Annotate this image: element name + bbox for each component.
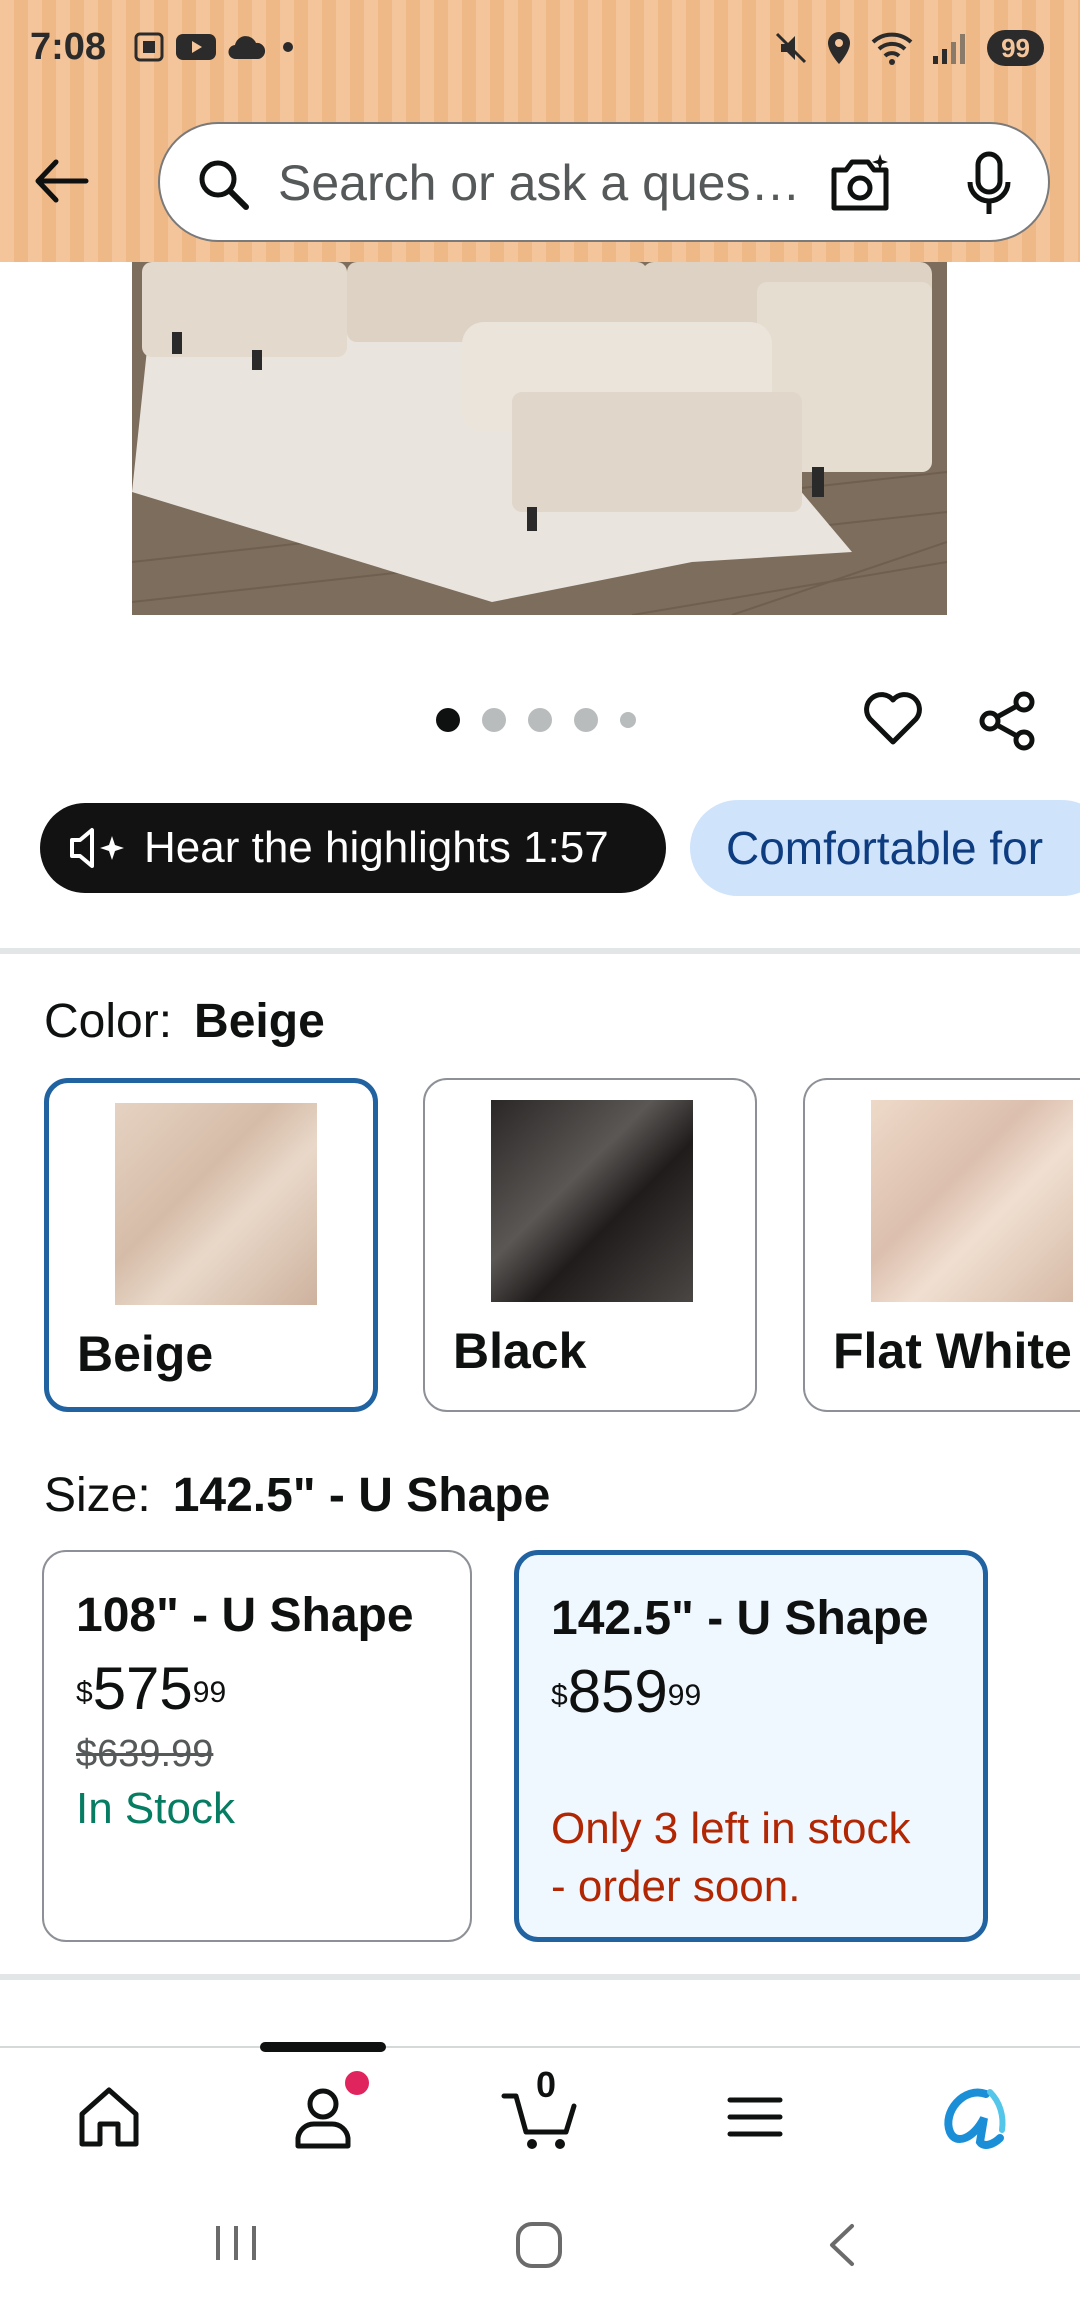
carousel-dot[interactable] bbox=[574, 708, 598, 732]
active-tab-indicator bbox=[260, 2042, 386, 2052]
carousel-dot[interactable] bbox=[482, 708, 506, 732]
speaker-sparkle-icon bbox=[70, 828, 124, 868]
size-option-price: $85999 bbox=[551, 1660, 951, 1724]
color-label: Color: Beige bbox=[44, 994, 325, 1049]
stock-status: In Stock bbox=[76, 1784, 235, 1833]
signal-icon bbox=[933, 34, 966, 64]
size-option-name: 142.5" - U Shape bbox=[551, 1592, 929, 1645]
size-option-name: 108" - U Shape bbox=[76, 1589, 414, 1642]
carousel-dot[interactable] bbox=[528, 708, 552, 732]
camera-lens-icon[interactable] bbox=[828, 152, 892, 216]
flat-white-swatch-image bbox=[871, 1100, 1073, 1302]
youtube-icon bbox=[176, 34, 216, 60]
system-back-icon[interactable] bbox=[822, 2220, 862, 2270]
price-whole: 859 bbox=[567, 1658, 668, 1725]
color-option-label: Black bbox=[453, 1323, 587, 1379]
cart-count: 0 bbox=[536, 2064, 557, 2105]
rufus-icon[interactable] bbox=[934, 2082, 1010, 2152]
notification-dot bbox=[342, 2068, 372, 2098]
status-left-icons bbox=[132, 30, 300, 64]
stock-status: Only 3 left in stock - order soon. bbox=[551, 1800, 951, 1916]
microphone-icon[interactable] bbox=[966, 150, 1012, 218]
home-icon[interactable] bbox=[74, 2082, 144, 2152]
color-selected-value: Beige bbox=[194, 995, 325, 1048]
hear-highlights-button[interactable]: Hear the highlights 1:57 bbox=[40, 803, 666, 893]
size-selected-value: 142.5" - U Shape bbox=[172, 1469, 551, 1522]
price-currency: $ bbox=[76, 1676, 93, 1709]
beige-swatch-image bbox=[115, 1103, 317, 1305]
size-label-text: Size: bbox=[44, 1469, 151, 1522]
section-divider bbox=[0, 948, 1080, 954]
section-divider bbox=[0, 1974, 1080, 1980]
bottom-nav: 0 bbox=[0, 2042, 1080, 2178]
recent-apps-icon[interactable] bbox=[210, 2220, 262, 2266]
size-label: Size: 142.5" - U Shape bbox=[44, 1468, 550, 1523]
home-button-icon[interactable] bbox=[514, 2220, 564, 2270]
hear-highlights-label: Hear the highlights 1:57 bbox=[144, 823, 609, 872]
color-option-label: Beige bbox=[77, 1326, 214, 1382]
product-image[interactable] bbox=[132, 262, 947, 615]
carousel-dots bbox=[436, 708, 636, 732]
status-bar: 7:08 99 bbox=[0, 0, 1080, 100]
color-option-label: Flat White bbox=[833, 1323, 1072, 1379]
color-option-beige[interactable]: Beige bbox=[44, 1078, 378, 1412]
list-price: $639.99 bbox=[76, 1733, 214, 1775]
size-option-142-5[interactable]: 142.5" - U Shape $85999 Only 3 left in s… bbox=[514, 1550, 988, 1942]
black-swatch-image bbox=[491, 1100, 693, 1302]
color-label-text: Color: bbox=[44, 995, 173, 1048]
back-arrow-icon[interactable] bbox=[30, 150, 92, 212]
status-right-icons: 99 bbox=[773, 30, 1044, 66]
carousel-dot[interactable] bbox=[436, 708, 460, 732]
search-icon bbox=[199, 160, 249, 210]
color-option-flat-white[interactable]: Flat White bbox=[803, 1078, 1080, 1412]
sofa-photo bbox=[132, 262, 947, 615]
heart-icon[interactable] bbox=[862, 688, 924, 748]
mute-icon bbox=[776, 32, 807, 64]
screenshot-icon bbox=[134, 32, 164, 62]
app-header: 7:08 99 Search or ask a ques… bbox=[0, 0, 1080, 262]
price-currency: $ bbox=[551, 1679, 568, 1712]
highlight-chip[interactable]: Comfortable for bbox=[690, 800, 1080, 896]
menu-icon[interactable] bbox=[720, 2082, 790, 2152]
dot-icon bbox=[283, 42, 293, 52]
stock-status-line: Only 3 left in stock bbox=[551, 1804, 911, 1853]
size-option-108[interactable]: 108" - U Shape $57599 $639.99 In Stock bbox=[42, 1550, 472, 1942]
carousel-dot[interactable] bbox=[620, 712, 636, 728]
price-fraction: 99 bbox=[192, 1676, 227, 1709]
system-nav-bar bbox=[0, 2176, 1080, 2316]
size-option-price: $57599 bbox=[76, 1657, 438, 1721]
color-option-black[interactable]: Black bbox=[423, 1078, 757, 1412]
status-time: 7:08 bbox=[30, 26, 107, 68]
price-fraction: 99 bbox=[667, 1679, 702, 1712]
battery-indicator: 99 bbox=[987, 30, 1044, 66]
cloud-icon bbox=[228, 36, 266, 60]
search-placeholder: Search or ask a ques… bbox=[278, 155, 801, 211]
search-input[interactable]: Search or ask a ques… bbox=[158, 122, 1050, 242]
wifi-icon bbox=[871, 32, 913, 65]
stock-status-line: - order soon. bbox=[551, 1862, 801, 1911]
share-icon[interactable] bbox=[978, 690, 1038, 752]
location-icon bbox=[828, 32, 851, 64]
price-whole: 575 bbox=[92, 1655, 193, 1722]
